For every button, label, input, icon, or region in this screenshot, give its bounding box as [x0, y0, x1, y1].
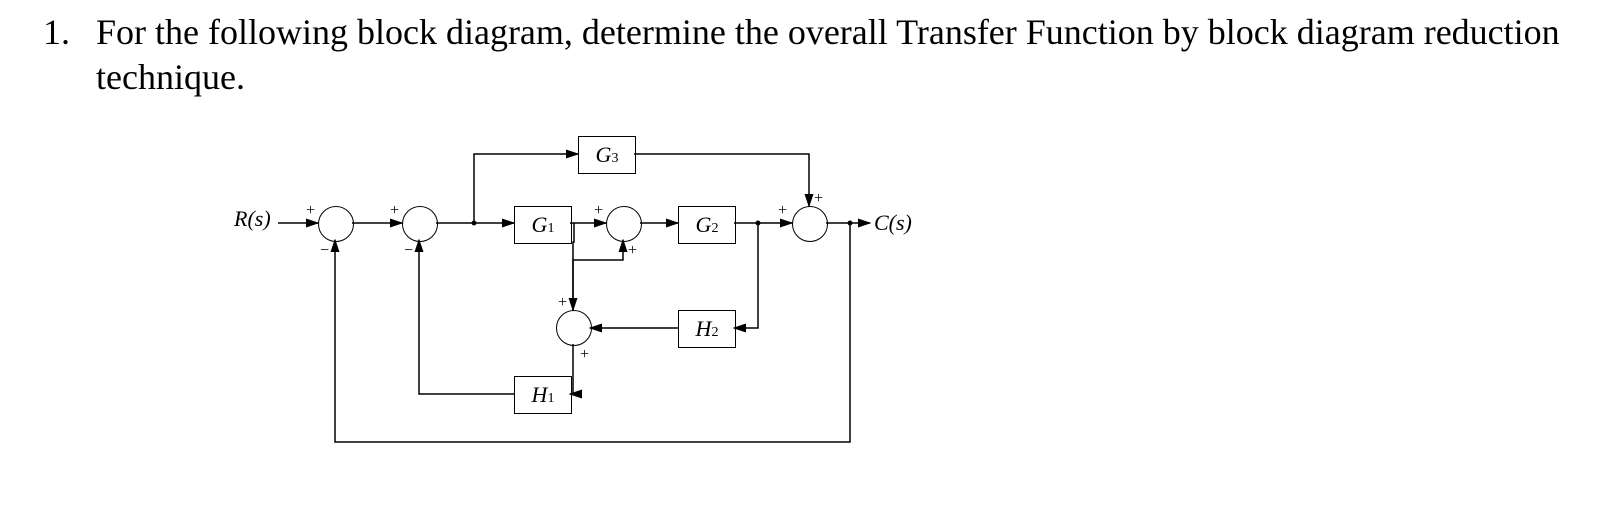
question-row: 1. For the following block diagram, dete…	[30, 10, 1570, 100]
question-text: For the following block diagram, determi…	[96, 10, 1570, 100]
question-number: 1.	[30, 10, 70, 55]
block-diagram: R(s) C(s) G3 G1 G2 H2 H1 + − + − + + + +	[234, 130, 934, 480]
wires	[234, 130, 934, 480]
